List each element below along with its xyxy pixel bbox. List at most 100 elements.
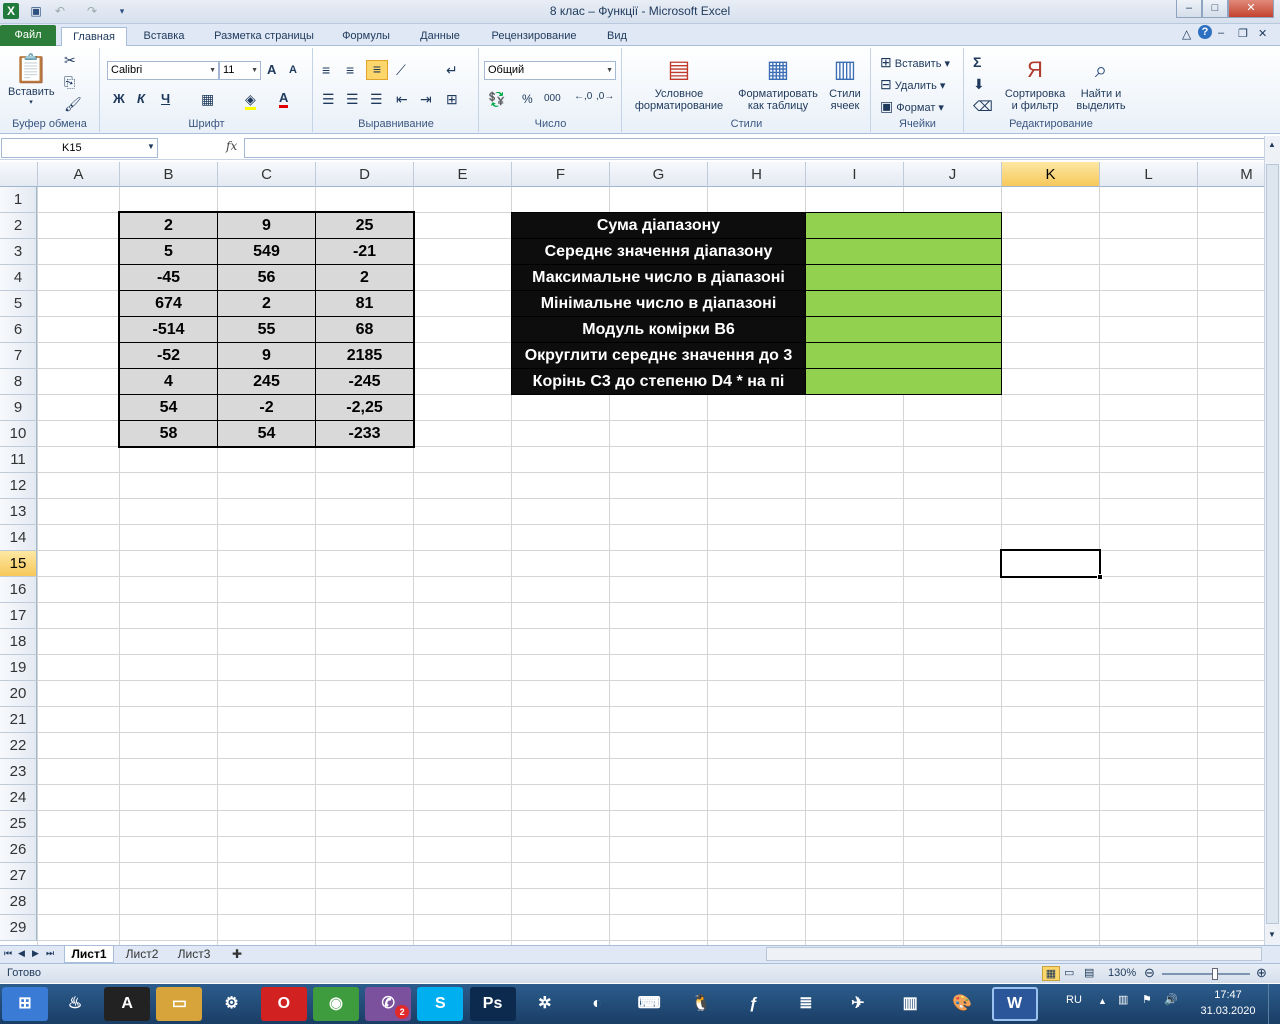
format-cells-button[interactable]: ▣ Формат ▾ bbox=[880, 98, 944, 114]
winrar-icon[interactable]: ▥ bbox=[887, 987, 933, 1021]
data-cell[interactable]: 2185 bbox=[315, 342, 414, 369]
tab-view[interactable]: Вид bbox=[596, 27, 638, 46]
task-label-cell[interactable]: Корінь С3 до степеню D4 * на пі bbox=[511, 368, 806, 395]
row-header-9[interactable]: 9 bbox=[0, 395, 37, 421]
decrease-decimal-icon[interactable]: ,0→ bbox=[596, 91, 614, 102]
row-header-24[interactable]: 24 bbox=[0, 785, 37, 811]
row-header-3[interactable]: 3 bbox=[0, 239, 37, 265]
horizontal-scrollbar[interactable] bbox=[766, 947, 1262, 961]
data-cell[interactable]: -52 bbox=[119, 342, 218, 369]
find-select-button[interactable]: ⌕ Найти и выделить bbox=[1073, 52, 1129, 112]
column-header-k[interactable]: K bbox=[1002, 162, 1100, 187]
task-label-cell[interactable]: Мінімальне число в діапазоні bbox=[511, 290, 806, 317]
data-cell[interactable]: -45 bbox=[119, 264, 218, 291]
row-header-18[interactable]: 18 bbox=[0, 629, 37, 655]
spreadsheet-grid[interactable]: A B C D E F G H I J K L M 1 2 3 4 5 6 7 8 9 10 11 12 13 14 15 16 17 18… bbox=[0, 162, 1264, 945]
column-header-g[interactable]: G bbox=[610, 162, 708, 187]
number-format-select[interactable]: Общий ▼ bbox=[484, 61, 616, 80]
row-header-25[interactable]: 25 bbox=[0, 811, 37, 837]
answer-cell[interactable] bbox=[805, 316, 1002, 343]
borders-icon[interactable]: ▦ bbox=[201, 91, 214, 107]
next-sheet-icon[interactable]: ▶ bbox=[32, 948, 39, 959]
doc-restore-icon[interactable]: ❐ bbox=[1238, 27, 1248, 40]
tux-icon[interactable]: 🐧 bbox=[678, 987, 724, 1021]
column-header-i[interactable]: I bbox=[806, 162, 904, 187]
task-label-cell[interactable]: Сума діапазону bbox=[511, 212, 806, 239]
row-header-12[interactable]: 12 bbox=[0, 473, 37, 499]
underline-button[interactable]: Ч bbox=[161, 91, 170, 106]
row-header-21[interactable]: 21 bbox=[0, 707, 37, 733]
close-button[interactable]: ✕ bbox=[1228, 0, 1274, 18]
task-label-cell[interactable]: Середнє значення діапазону bbox=[511, 238, 806, 265]
row-header-17[interactable]: 17 bbox=[0, 603, 37, 629]
sheet-tab-1[interactable]: Лист1 bbox=[64, 946, 114, 963]
data-cell[interactable]: 2 bbox=[217, 290, 316, 317]
sheet-tab-2[interactable]: Лист2 bbox=[120, 946, 164, 963]
align-middle-icon[interactable]: ≡ bbox=[346, 62, 354, 78]
insert-sheet-icon[interactable]: ✚ bbox=[226, 946, 248, 963]
viber-icon[interactable]: ✆ 2 bbox=[365, 987, 412, 1021]
row-header-14[interactable]: 14 bbox=[0, 525, 37, 551]
data-cell[interactable]: 4 bbox=[119, 368, 218, 395]
data-cell[interactable]: 56 bbox=[217, 264, 316, 291]
data-cell[interactable]: 245 bbox=[217, 368, 316, 395]
tray-expand-icon[interactable]: ▲ bbox=[1098, 996, 1107, 1006]
grow-font-button[interactable]: A bbox=[267, 62, 276, 77]
font-size-select[interactable]: 11 ▼ bbox=[219, 61, 261, 80]
answer-cell[interactable] bbox=[805, 342, 1002, 369]
column-header-f[interactable]: F bbox=[512, 162, 610, 187]
row-header-1[interactable]: 1 bbox=[0, 187, 37, 213]
chrome-icon[interactable]: ◉ bbox=[313, 987, 359, 1021]
data-cell[interactable]: -21 bbox=[315, 238, 414, 265]
volume-icon[interactable]: 🔊 bbox=[1164, 993, 1178, 1006]
data-cell[interactable]: 55 bbox=[217, 316, 316, 343]
row-header-13[interactable]: 13 bbox=[0, 499, 37, 525]
network-icon[interactable]: ⚙ bbox=[209, 987, 255, 1021]
page-break-view-icon[interactable]: ▤ bbox=[1084, 966, 1094, 979]
column-header-a[interactable]: A bbox=[38, 162, 120, 187]
zoom-level[interactable]: 130% bbox=[1108, 967, 1136, 979]
ribbon-minimize-icon[interactable]: △ bbox=[1182, 27, 1191, 41]
last-sheet-icon[interactable]: ⏭ bbox=[46, 948, 54, 959]
copy-icon[interactable]: ⎘ bbox=[64, 74, 75, 90]
column-header-j[interactable]: J bbox=[904, 162, 1002, 187]
answer-cell[interactable] bbox=[805, 264, 1002, 291]
language-indicator[interactable]: RU bbox=[1066, 994, 1082, 1006]
tab-insert[interactable]: Вставка bbox=[131, 27, 197, 46]
zoom-slider[interactable] bbox=[1162, 968, 1250, 980]
formula-input[interactable] bbox=[244, 138, 1266, 158]
data-cell[interactable]: 2 bbox=[119, 212, 218, 239]
normal-view-icon[interactable]: ▦ bbox=[1042, 966, 1060, 981]
first-sheet-icon[interactable]: ⏮ bbox=[4, 948, 12, 959]
select-all-corner[interactable] bbox=[0, 162, 38, 187]
fill-icon[interactable]: ⬇ bbox=[973, 76, 985, 92]
wrap-text-icon[interactable]: ↵ bbox=[446, 62, 458, 78]
network-tray-icon[interactable]: ▥ bbox=[1118, 993, 1128, 1006]
page-layout-view-icon[interactable]: ▭ bbox=[1064, 966, 1074, 979]
row-header-2[interactable]: 2 bbox=[0, 213, 37, 239]
data-cell[interactable]: 5 bbox=[119, 238, 218, 265]
row-header-19[interactable]: 19 bbox=[0, 655, 37, 681]
tab-formulas[interactable]: Формулы bbox=[332, 27, 400, 46]
cleaner-icon[interactable]: ♨ bbox=[52, 987, 98, 1021]
increase-indent-icon[interactable]: ⇥ bbox=[420, 91, 432, 107]
data-cell[interactable]: -245 bbox=[315, 368, 414, 395]
shrink-font-button[interactable]: A bbox=[289, 64, 297, 76]
answer-cell[interactable] bbox=[805, 368, 1002, 395]
doc-minimize-icon[interactable]: – bbox=[1218, 27, 1224, 39]
align-top-icon[interactable]: ≡ bbox=[322, 62, 330, 78]
data-cell[interactable]: 68 bbox=[315, 316, 414, 343]
row-header-7[interactable]: 7 bbox=[0, 343, 37, 369]
paste-button[interactable]: 📋 Вставить ▾ bbox=[8, 52, 55, 106]
column-header-h[interactable]: H bbox=[708, 162, 806, 187]
row-header-8[interactable]: 8 bbox=[0, 369, 37, 395]
data-cell[interactable]: 9 bbox=[217, 212, 316, 239]
italic-button[interactable]: К bbox=[137, 91, 145, 106]
data-cell[interactable]: 54 bbox=[119, 394, 218, 421]
data-cell[interactable]: 54 bbox=[217, 420, 316, 447]
data-cell[interactable]: 2 bbox=[315, 264, 414, 291]
sort-filter-button[interactable]: Я Сортировка и фильтр bbox=[1003, 52, 1067, 112]
data-cell[interactable]: -514 bbox=[119, 316, 218, 343]
data-cell[interactable]: -2,25 bbox=[315, 394, 414, 421]
row-header-23[interactable]: 23 bbox=[0, 759, 37, 785]
